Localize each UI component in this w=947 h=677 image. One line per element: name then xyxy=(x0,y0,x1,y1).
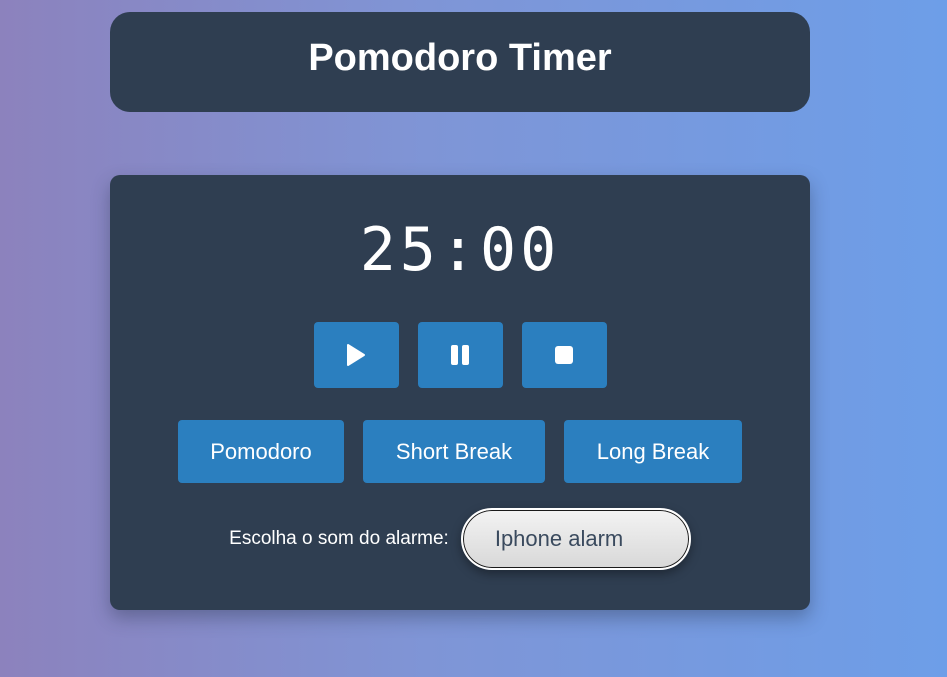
mode-buttons: Pomodoro Short Break Long Break xyxy=(110,420,810,483)
alarm-sound-select[interactable]: Iphone alarm xyxy=(460,508,691,570)
play-icon xyxy=(347,344,365,366)
alarm-selected-value: Iphone alarm xyxy=(494,526,624,551)
timer-card: 25:00 Pomodoro Short Break Long Break Es… xyxy=(110,175,810,610)
pause-icon xyxy=(451,345,469,365)
pause-button[interactable] xyxy=(417,322,503,388)
long-break-button[interactable]: Long Break xyxy=(564,420,742,483)
pomodoro-mode-button[interactable]: Pomodoro xyxy=(178,420,344,483)
header-card: Pomodoro Timer xyxy=(110,12,810,112)
page-title: Pomodoro Timer xyxy=(308,36,612,79)
short-break-button[interactable]: Short Break xyxy=(363,420,545,483)
timer-display: 25:00 xyxy=(359,215,561,285)
stop-button[interactable] xyxy=(521,322,607,388)
alarm-row: Escolha o som do alarme: Iphone alarm xyxy=(110,508,810,570)
start-button[interactable] xyxy=(313,322,399,388)
alarm-label: Escolha o som do alarme: xyxy=(229,528,449,549)
timer-controls xyxy=(110,322,810,388)
stop-icon xyxy=(555,346,573,364)
